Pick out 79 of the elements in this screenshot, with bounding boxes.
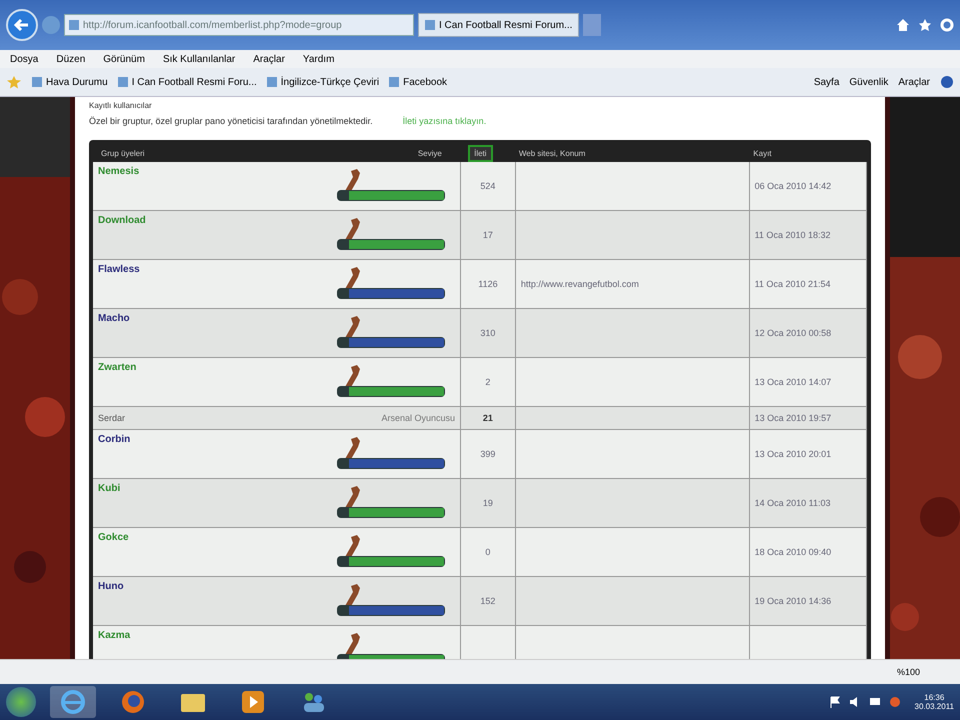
member-name-link[interactable]: Flawless xyxy=(98,264,140,275)
menu-item[interactable]: Yardım xyxy=(302,54,334,64)
member-name-link[interactable]: Gokce xyxy=(98,532,129,543)
command-menu[interactable]: Sayfa xyxy=(814,76,840,88)
browser-icon xyxy=(60,689,86,715)
join-date: 14 Oca 2010 11:03 xyxy=(754,498,830,508)
command-menu[interactable]: Güvenlik xyxy=(849,76,888,88)
globe-icon xyxy=(120,689,146,715)
raised-arm-icon xyxy=(343,266,362,291)
help-icon[interactable] xyxy=(940,75,954,89)
join-date: 06 Oca 2010 14:42 xyxy=(754,181,832,191)
post-count: 21 xyxy=(482,413,493,423)
post-count: 2 xyxy=(485,377,490,387)
column-header[interactable]: Kayıt xyxy=(749,146,776,160)
clock[interactable]: 16:36 30.03.2011 xyxy=(914,693,954,711)
favorites-star-icon[interactable] xyxy=(6,75,22,89)
post-count: 19 xyxy=(482,498,493,508)
member-name-link[interactable]: Kazma xyxy=(98,630,130,641)
home-icon[interactable] xyxy=(896,18,910,32)
menu-item[interactable]: Sık Kullanılanlar xyxy=(162,54,236,64)
join-date: 13 Oca 2010 20:01 xyxy=(754,449,832,459)
rank-title: Arsenal Oyuncusu xyxy=(382,413,456,423)
raised-arm-icon xyxy=(343,315,362,340)
post-count: 524 xyxy=(480,181,496,191)
antivirus-icon[interactable] xyxy=(888,696,901,708)
raised-arm-icon xyxy=(343,485,362,510)
website-link[interactable]: http://www.revangefutbol.com xyxy=(520,279,639,289)
member-name-link[interactable]: Serdar xyxy=(98,413,126,423)
raised-arm-icon xyxy=(343,364,362,389)
join-date: 13 Oca 2010 19:57 xyxy=(754,413,832,423)
post-count: 399 xyxy=(480,449,496,459)
join-date: 11 Oca 2010 21:54 xyxy=(754,279,830,289)
column-header[interactable]: Grup üyeleri xyxy=(97,146,149,160)
join-date: 12 Oca 2010 00:58 xyxy=(754,328,832,338)
post-count: 310 xyxy=(480,328,496,338)
member-name-link[interactable]: Macho xyxy=(98,313,130,324)
post-count: 17 xyxy=(482,230,493,240)
member-name-link[interactable]: Huno xyxy=(98,581,124,592)
zoom-level[interactable]: %100 xyxy=(896,667,920,677)
column-header[interactable]: Seviye xyxy=(414,146,446,160)
member-name-link[interactable]: Corbin xyxy=(98,434,130,445)
browser-tab[interactable]: I Can Football Resmi Forum... xyxy=(418,13,580,37)
raised-arm-icon xyxy=(343,168,362,193)
network-icon[interactable] xyxy=(868,696,881,708)
flag-icon[interactable] xyxy=(828,696,841,708)
post-count: 152 xyxy=(480,596,496,606)
star-icon[interactable] xyxy=(918,18,932,32)
play-icon xyxy=(241,690,265,714)
raised-arm-icon xyxy=(343,583,362,608)
member-name-link[interactable]: Zwarten xyxy=(98,362,136,373)
favorite-link[interactable]: I Can Football Resmi Foru... xyxy=(118,76,257,88)
group-description: Özel bir gruptur, özel gruplar pano yöneticisi tarafından yönetilmektedir. xyxy=(89,116,373,126)
start-button[interactable] xyxy=(6,687,36,717)
join-date: 19 Oca 2010 14:36 xyxy=(754,596,832,606)
raised-arm-icon xyxy=(343,217,362,242)
column-header[interactable]: İleti xyxy=(468,144,493,162)
column-header[interactable]: Web sitesi, Konum xyxy=(514,146,590,160)
favorite-link[interactable]: Facebook xyxy=(389,76,448,88)
command-menu[interactable]: Araçlar xyxy=(898,76,930,88)
post-count: 1126 xyxy=(478,279,498,289)
menu-item[interactable]: Görünüm xyxy=(103,54,145,64)
join-date: 11 Oca 2010 18:32 xyxy=(754,230,830,240)
back-button[interactable] xyxy=(6,9,38,41)
join-date: 13 Oca 2010 14:07 xyxy=(754,377,832,387)
raised-arm-icon xyxy=(343,534,362,559)
address-bar[interactable]: http://forum.icanfootball.com/memberlist.php?mode=group xyxy=(64,14,414,36)
raised-arm-icon xyxy=(343,632,362,657)
join-date: 18 Oca 2010 09:40 xyxy=(754,547,832,557)
menu-item[interactable]: Düzen xyxy=(56,54,86,64)
menu-item[interactable]: Araçlar xyxy=(253,54,285,64)
favorite-link[interactable]: İngilizce-Türkçe Çeviri xyxy=(266,76,380,88)
member-name-link[interactable]: Nemesis xyxy=(98,166,140,177)
favorite-link[interactable]: Hava Durumu xyxy=(32,76,108,88)
breadcrumb: Kayıtlı kullanıcılar xyxy=(89,101,153,110)
post-count: 0 xyxy=(485,547,490,557)
raised-arm-icon xyxy=(343,436,362,461)
settings-icon[interactable] xyxy=(940,18,954,32)
hint-text: İleti yazısına tıklayın. xyxy=(402,116,486,126)
menu-item[interactable]: Dosya xyxy=(10,54,38,64)
